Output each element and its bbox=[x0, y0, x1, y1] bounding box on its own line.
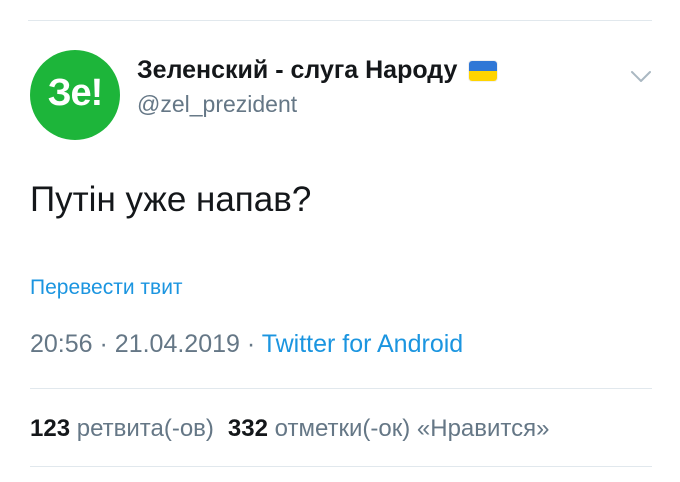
meta-separator: · bbox=[99, 330, 108, 358]
tweet-source-link[interactable]: Twitter for Android bbox=[262, 330, 463, 358]
likes-count: 332 bbox=[227, 415, 268, 442]
engagement-stats: 123 ретвита(-ов) 332 отметки(-ок) «Нравит… bbox=[30, 415, 550, 443]
likes-stat[interactable]: 332 отметки(-ок) «Нравится» bbox=[228, 415, 550, 442]
avatar-label: Зе! bbox=[47, 71, 104, 114]
tweet-time: 20:56 bbox=[30, 330, 93, 358]
ukraine-flag-icon bbox=[469, 60, 498, 81]
avatar[interactable]: Зе! bbox=[30, 50, 120, 140]
translate-tweet-link[interactable]: Перевести твит bbox=[30, 276, 183, 300]
meta-separator: · bbox=[246, 330, 256, 358]
chevron-down-icon[interactable] bbox=[629, 64, 653, 88]
retweets-stat[interactable]: 123 ретвита(-ов) bbox=[30, 415, 214, 442]
tweet-text: Путін уже напав? bbox=[30, 180, 312, 219]
retweets-label: ретвита(-ов) bbox=[76, 415, 214, 442]
retweets-count: 123 bbox=[30, 415, 71, 442]
author-name-row[interactable]: Зеленский - слуга Народу bbox=[137, 56, 498, 85]
author-handle[interactable]: @zel_prezident bbox=[137, 91, 297, 118]
likes-label: отметки(-ок) «Нравится» bbox=[274, 415, 550, 442]
author-display-name[interactable]: Зеленский - слуга Народу bbox=[137, 56, 457, 85]
stats-bottom-divider bbox=[30, 466, 652, 467]
top-divider bbox=[28, 20, 652, 21]
tweet-date[interactable]: 21.04.2019 bbox=[115, 330, 240, 358]
stats-top-divider bbox=[30, 388, 652, 389]
tweet-metadata: 20:56 · 21.04.2019 · Twitter for Android bbox=[30, 330, 463, 359]
